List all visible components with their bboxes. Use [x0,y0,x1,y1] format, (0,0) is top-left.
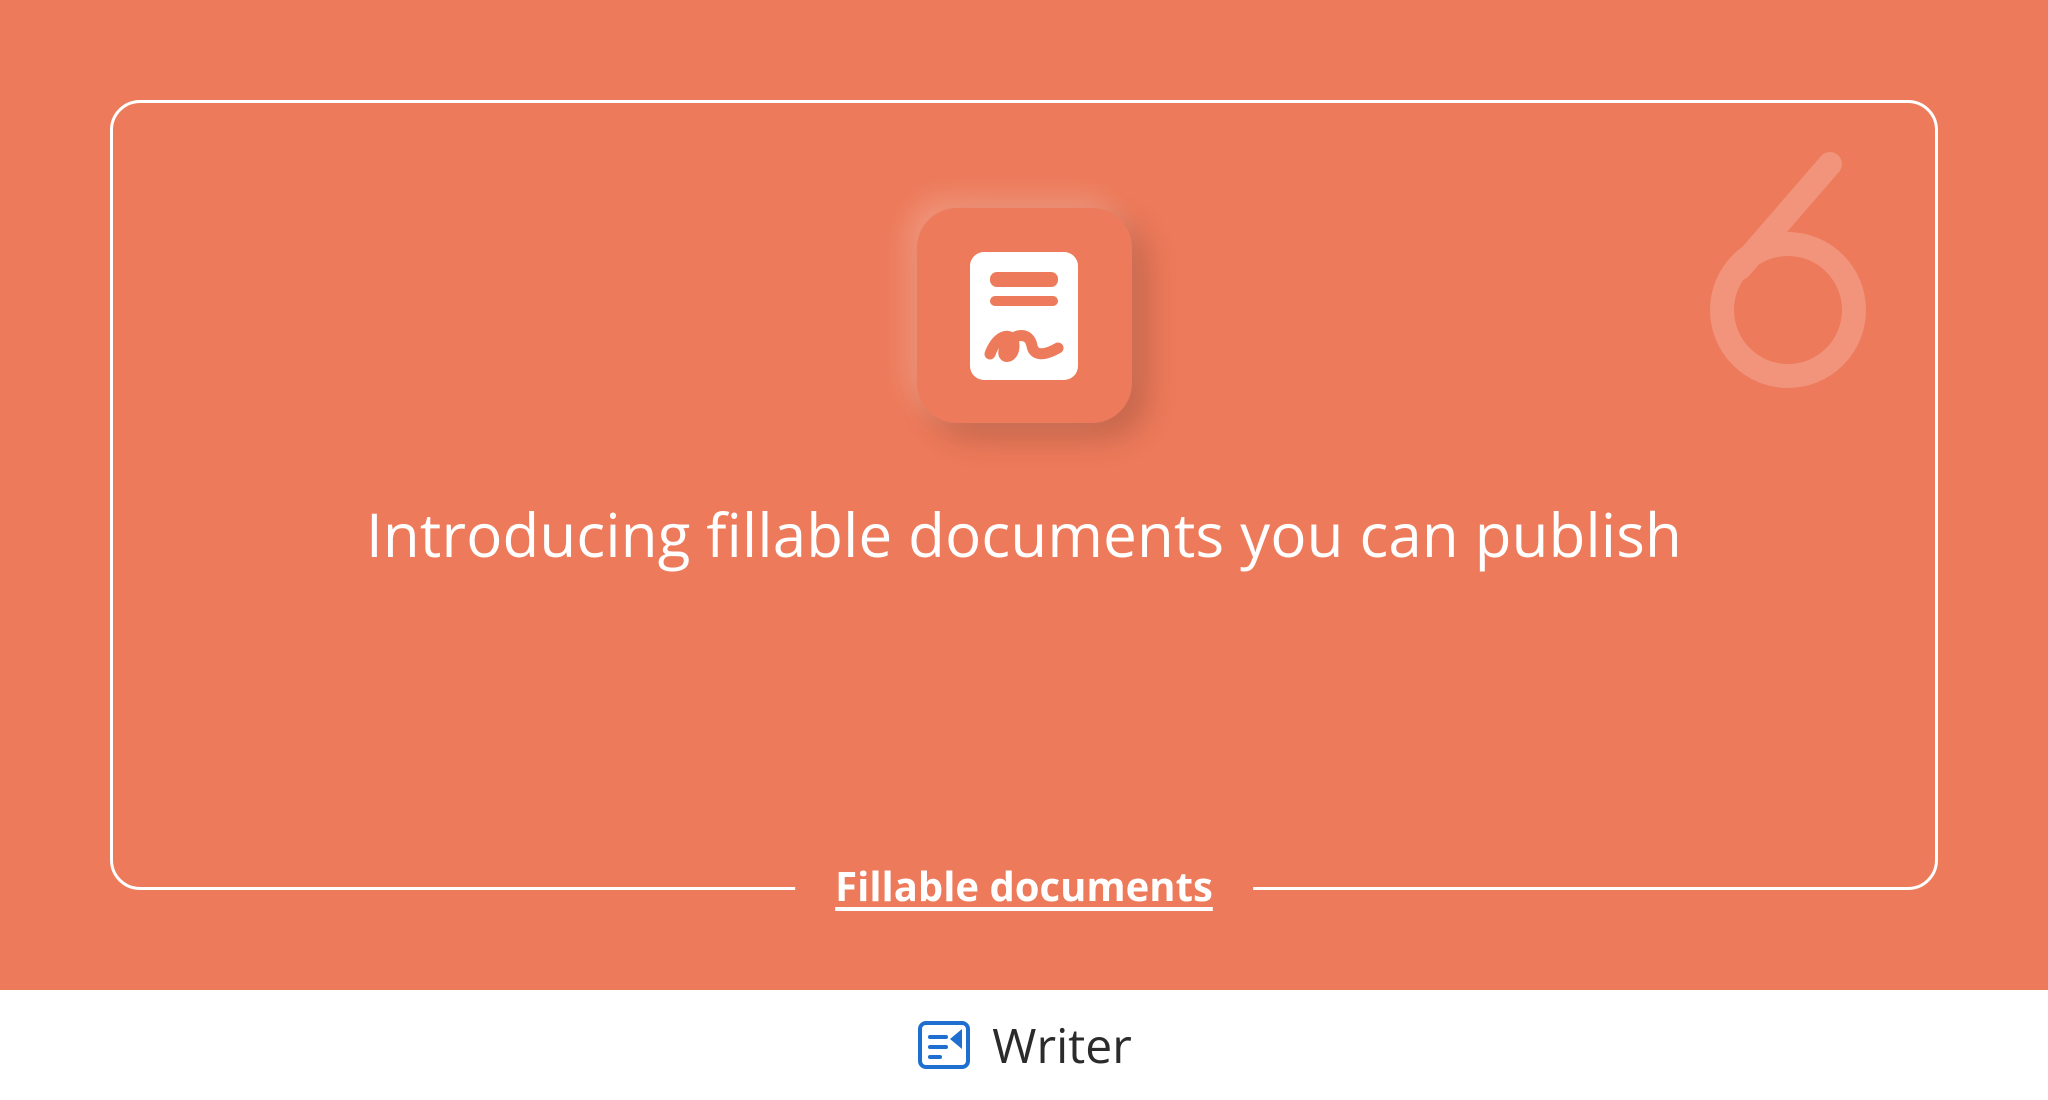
product-name: Writer [992,1013,1132,1078]
writer-logo-icon [916,1017,972,1073]
hero-headline: Introducing fillable documents you can p… [366,493,1682,575]
hero-banner: Introducing fillable documents you can p… [0,0,2048,990]
fillable-document-icon [964,246,1084,386]
hero-content: Introducing fillable documents you can p… [0,208,2048,575]
hero-subtitle: Fillable documents [835,858,1213,913]
footer-bar: Writer [0,990,2048,1100]
hero-subtitle-container: Fillable documents [795,865,1253,905]
feature-icon-tile [917,208,1132,423]
